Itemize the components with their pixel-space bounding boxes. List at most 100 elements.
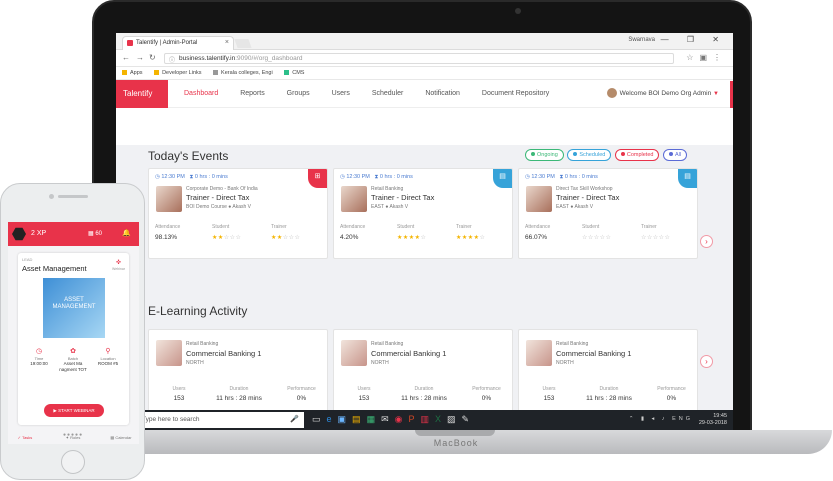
- system-tray[interactable]: ⌃ ▮ ◂ ♪ ENG: [629, 416, 693, 422]
- menu-groups[interactable]: Groups: [287, 90, 310, 97]
- event-subtitle: Retail Banking: [371, 186, 404, 192]
- explorer-icon[interactable]: ▤: [352, 414, 367, 424]
- menu-scheduler[interactable]: Scheduler: [372, 90, 404, 97]
- event-card[interactable]: ◷ 12:30 PM ⧗ 0 hrs : 0 mins ⊞ Corporate De…: [148, 168, 328, 259]
- paint-icon[interactable]: ✎: [462, 414, 476, 424]
- taskbar-apps[interactable]: ▭e▣▤▦✉◉P▥X▨✎: [312, 414, 475, 425]
- bookmark-cms[interactable]: CMS: [284, 70, 304, 76]
- url-path: :9090/#/org_dashboard: [235, 55, 303, 62]
- browser-tab[interactable]: Talentify | Admin-Portal ×: [122, 36, 234, 50]
- users-label: Users: [542, 386, 556, 392]
- event-meta: EAST ● Akash V: [556, 204, 594, 210]
- task-view-icon[interactable]: ▭: [312, 414, 327, 424]
- language-indicator[interactable]: ENG: [672, 416, 693, 422]
- mail-icon[interactable]: ✉: [381, 414, 395, 424]
- chrome-icon[interactable]: ◉: [395, 414, 409, 424]
- phone-device: 2 XP ▦ 60 🔔 LEAD Asset Management ✜ Webi…: [0, 183, 145, 480]
- welcome-text: Welcome BOI Demo Org Admin: [619, 90, 712, 97]
- tab-close-icon[interactable]: ×: [225, 39, 229, 46]
- window-controls[interactable]: — ❐ ✕: [661, 35, 727, 44]
- phone-screen: 2 XP ▦ 60 🔔 LEAD Asset Management ✜ Webi…: [8, 222, 139, 444]
- course-thumbnail: [526, 340, 552, 366]
- taskbar-search-input[interactable]: Type here to search 🎤: [134, 412, 304, 428]
- course-region: NORTH: [186, 360, 204, 366]
- tasks-icon: ✓: [17, 435, 22, 440]
- tab-roles[interactable]: ✦ Roles: [58, 435, 88, 440]
- card-title: Asset Management: [22, 264, 87, 273]
- filter-all[interactable]: All: [663, 149, 688, 161]
- ongoing-dot-icon: [531, 152, 535, 156]
- users-value: 153: [543, 395, 555, 402]
- photos-icon[interactable]: ▨: [447, 414, 462, 424]
- elearning-card[interactable]: Retail Banking Commercial Banking 1 NORTH U…: [518, 329, 698, 420]
- filter-ongoing[interactable]: Ongoing: [525, 149, 564, 161]
- student-rating-stars: ★★★★☆: [397, 235, 427, 241]
- performance-label: Performance: [472, 386, 501, 392]
- clock-icon: ◷: [155, 174, 160, 180]
- event-name: Trainer - Direct Tax: [556, 193, 620, 202]
- start-webinar-button[interactable]: ▶ START WEBINAR: [44, 404, 104, 417]
- new-tab-button[interactable]: [234, 39, 252, 48]
- event-card[interactable]: ◷ 12:30 PM ⧗ 0 hrs : 0 mins ▤ Direct Tax S…: [518, 168, 698, 259]
- points-count[interactable]: ▦ 60: [88, 230, 102, 237]
- excel-icon[interactable]: X: [435, 414, 447, 424]
- phone-home-button[interactable]: [61, 450, 85, 474]
- attendance-label: Attendance: [340, 224, 366, 230]
- elearning-next-arrow-icon[interactable]: ›: [700, 355, 713, 368]
- store-icon[interactable]: ▣: [338, 414, 353, 424]
- url-input[interactable]: ⓘ business.talentify.in:9090/#/org_dashb…: [164, 53, 674, 64]
- menu-users[interactable]: Users: [332, 90, 350, 97]
- event-card[interactable]: ◷ 12:30 PM ⧗ 0 hrs : 0 mins ▤ Retail Banki…: [333, 168, 513, 259]
- bookmark-apps[interactable]: Apps: [122, 70, 143, 76]
- avatar: [606, 88, 617, 98]
- bell-icon[interactable]: 🔔: [122, 229, 131, 237]
- cms-icon: [284, 70, 290, 75]
- app-icon[interactable]: ▦: [367, 414, 382, 424]
- duration-label: Duration: [599, 386, 619, 392]
- attendance-value: 4.20%: [340, 234, 359, 241]
- user-menu[interactable]: Welcome BOI Demo Org Admin ▼: [606, 88, 719, 98]
- back-arrow-icon[interactable]: ←: [122, 53, 130, 62]
- bookmark-kerala-colleges[interactable]: Kerala colleges, Engi: [213, 70, 273, 76]
- event-filters: Ongoing Scheduled Completed All: [525, 149, 689, 161]
- elearning-card[interactable]: Retail Banking Commercial Banking 1 NORTH U…: [333, 329, 513, 420]
- event-time: ◷ 12:30 PM ⧗ 0 hrs : 0 mins: [155, 174, 228, 180]
- forward-arrow-icon[interactable]: →: [136, 53, 144, 62]
- menu-document-repository[interactable]: Document Repository: [482, 90, 549, 97]
- extension-icons[interactable]: ☆▣⋮: [686, 53, 727, 62]
- phone-camera: [49, 194, 54, 199]
- tab-calendar[interactable]: ▦ Calendar: [106, 435, 136, 440]
- events-next-arrow-icon[interactable]: ›: [700, 235, 713, 248]
- talentify-logo[interactable]: Talentify: [116, 80, 168, 108]
- filter-completed[interactable]: Completed: [614, 149, 660, 161]
- duration-value: 11 hrs : 28 mins: [216, 395, 262, 402]
- menu-notification[interactable]: Notification: [425, 90, 460, 97]
- tab-tasks[interactable]: ✓ Tasks: [10, 435, 40, 440]
- microphone-icon[interactable]: 🎤: [290, 415, 299, 423]
- windows-taskbar: Type here to search 🎤 ▭e▣▤▦✉◉P▥X▨✎ ⌃ ▮ ◂…: [116, 410, 733, 430]
- filter-scheduled[interactable]: Scheduled: [567, 149, 612, 161]
- course-name: Commercial Banking 1: [556, 349, 632, 358]
- webinar-card[interactable]: LEAD Asset Management ✜ Webinar ASSET MA…: [18, 253, 129, 425]
- taskbar-clock[interactable]: 19:45 29-03-2018: [699, 413, 727, 427]
- phone-header: 2 XP ▦ 60 🔔: [8, 222, 139, 246]
- reload-icon[interactable]: ↻: [149, 53, 156, 62]
- pdf-icon[interactable]: ▥: [421, 414, 436, 424]
- menu-reports[interactable]: Reports: [240, 90, 265, 97]
- edge-icon[interactable]: e: [327, 414, 338, 424]
- scheduled-dot-icon: [573, 152, 578, 156]
- student-rating-stars: ☆☆☆☆☆: [582, 235, 612, 241]
- event-meta: EAST ● Akash V: [371, 204, 409, 210]
- tray-icons[interactable]: ⌃ ▮ ◂ ♪: [629, 416, 668, 422]
- event-time: ◷ 12:30 PM ⧗ 0 hrs : 0 mins: [340, 174, 413, 180]
- elearning-card[interactable]: Retail Banking Commercial Banking 1 NORTH U…: [148, 329, 328, 420]
- powerpoint-icon[interactable]: P: [408, 414, 420, 424]
- trainer-rating-stars: ☆☆☆☆☆: [641, 235, 671, 241]
- hourglass-icon: ⧗: [374, 174, 379, 180]
- menu-dashboard[interactable]: Dashboard: [184, 90, 218, 97]
- info-icon[interactable]: ⓘ: [169, 55, 175, 64]
- webinar-label: Webinar: [112, 267, 125, 271]
- roles-icon: ✦: [65, 435, 69, 440]
- bookmark-developer-links[interactable]: Developer Links: [154, 70, 202, 76]
- folder-icon: [154, 70, 160, 75]
